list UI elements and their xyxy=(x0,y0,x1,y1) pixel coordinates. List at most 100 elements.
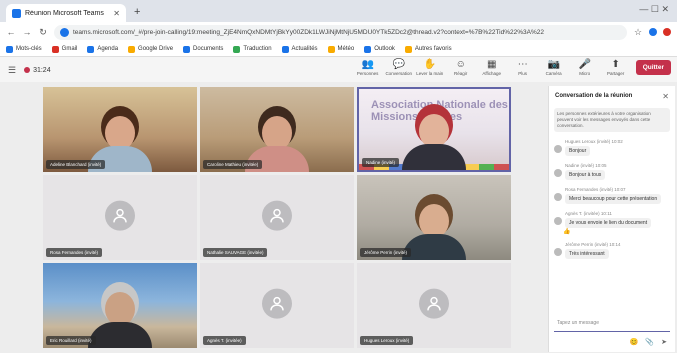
reaction-like-icon[interactable]: 👍 xyxy=(563,228,675,235)
message-meta: Agnès T. (invitée) 10:11 xyxy=(565,211,612,216)
bookmark-item[interactable]: Agenda xyxy=(87,45,119,53)
chat-title: Conversation de la réunion xyxy=(555,93,633,99)
url-field[interactable]: teams.microsoft.com/_#/pre-join-calling/… xyxy=(54,24,627,40)
participant-tile[interactable]: Rosa Fernandes (invité) xyxy=(43,175,197,260)
site-info-icon[interactable] xyxy=(60,27,69,37)
video-grid: Adeline Blanchard (invité) Caroline Mathi… xyxy=(43,87,511,348)
participant-tile[interactable]: Caroline Mathieu (invitée) xyxy=(200,87,354,172)
bookmark-item[interactable]: Outlook xyxy=(364,45,395,53)
bookmark-item[interactable]: Autres favoris xyxy=(404,45,452,53)
participant-tile[interactable]: Jérôme Perrin (invité) xyxy=(357,175,511,260)
avatar xyxy=(554,217,562,225)
meeting-stage: Adeline Blanchard (invité) Caroline Mathi… xyxy=(0,82,677,353)
avatar xyxy=(554,248,562,256)
chat-message: Rosa Fernandes (invité) 10:07 Merci beauc… xyxy=(554,187,670,204)
avatar xyxy=(554,145,562,153)
timer-text: 31:24 xyxy=(33,66,51,74)
address-bar-row: ← → ↻ teams.microsoft.com/_#/pre-join-ca… xyxy=(0,22,677,42)
forward-button[interactable]: → xyxy=(22,27,32,37)
back-button[interactable]: ← xyxy=(6,27,16,37)
bookmark-favicon-icon xyxy=(281,45,289,53)
bookmark-item[interactable]: Documents xyxy=(183,45,224,53)
bookmark-favicon-icon xyxy=(87,45,95,53)
participant-tile[interactable]: Nathalie SAUVAGE (invitée) xyxy=(200,175,354,260)
toolbar-button[interactable]: 📷 Caméra xyxy=(543,59,565,76)
reload-button[interactable]: ↻ xyxy=(38,27,48,38)
bookmark-item[interactable]: Traduction xyxy=(233,45,272,53)
participant-name: Caroline Mathieu (invitée) xyxy=(203,160,263,169)
toolbar-icon: ☺ xyxy=(455,59,466,70)
meeting-header: ☰ 31:24 👥 Personnes 💬 Conversation ✋ Lever la… xyxy=(0,57,677,84)
bookmark-item[interactable]: Google Drive xyxy=(128,45,173,53)
chat-compose-input[interactable]: Tapez un message xyxy=(554,315,670,332)
toolbar-label: Conversation xyxy=(385,71,412,76)
participant-name: Nadine (invité) xyxy=(362,158,400,167)
compose-tool-icon[interactable]: ➤ xyxy=(661,338,667,346)
participant-tile[interactable]: Agnès T. (invitée) xyxy=(200,263,354,348)
chat-header: Conversation de la réunion ✕ xyxy=(549,86,675,106)
tab-close-icon[interactable]: ✕ xyxy=(113,9,120,18)
toolbar-button[interactable]: ✋ Lever la main xyxy=(416,59,443,76)
toolbar-button[interactable]: 👥 Personnes xyxy=(357,59,379,76)
toolbar-button[interactable]: ▦ Affichage xyxy=(481,59,503,76)
avatar xyxy=(554,193,562,201)
message-content: Agnès T. (invitée) 10:11 Je vous envoie l… xyxy=(565,211,670,228)
bookmark-favicon-icon xyxy=(183,45,191,53)
toolbar-button[interactable]: 🎤 Micro xyxy=(574,59,596,76)
toolbar-label: Micro xyxy=(579,71,591,76)
message-bubble: Merci beaucoup pour cette présentation xyxy=(565,194,662,204)
bookmark-favicon-icon xyxy=(327,45,335,53)
compose-tool-icon[interactable]: 📎 xyxy=(645,338,654,346)
meeting-toolbar: 👥 Personnes 💬 Conversation ✋ Lever la main ☺ Ré… xyxy=(357,59,671,76)
participant-video xyxy=(402,204,466,260)
toolbar-icon: ⬆ xyxy=(611,59,620,70)
toolbar-icon: 🎤 xyxy=(578,59,591,70)
participant-name: Jérôme Perrin (invité) xyxy=(360,248,412,257)
participant-video xyxy=(88,292,152,348)
bookmark-label: Documents xyxy=(193,46,224,52)
message-bubble: Je vous envoie le lien du document xyxy=(565,218,652,228)
participant-tile[interactable]: Hugues Leroux (invité) xyxy=(357,263,511,348)
bookmark-item[interactable]: Gmail xyxy=(51,45,77,53)
tab-title: Réunion Microsoft Teams xyxy=(25,9,104,17)
default-avatar-icon xyxy=(419,288,449,319)
bookmark-item[interactable]: Mots-clés xyxy=(6,45,42,53)
profile-avatar[interactable] xyxy=(663,28,671,36)
browser-window: Réunion Microsoft Teams ✕ + — ☐ ✕ ← → ↻ … xyxy=(0,0,677,353)
bookmark-item[interactable]: Météo xyxy=(327,45,354,53)
bookmark-label: Mots-clés xyxy=(16,46,42,52)
message-meta: Hugues Leroux (invité) 10:02 xyxy=(565,139,623,144)
participant-head xyxy=(105,116,135,150)
close-icon[interactable]: ✕ xyxy=(662,92,669,101)
active-tab[interactable]: Réunion Microsoft Teams ✕ xyxy=(6,4,126,22)
toolbar-button[interactable]: 💬 Conversation xyxy=(385,59,412,76)
participant-body xyxy=(402,234,466,260)
participant-tile[interactable]: Association Nationale des Missions Local… xyxy=(357,87,511,172)
bookmark-label: Agenda xyxy=(97,46,119,52)
participant-tile[interactable]: Adeline Blanchard (invité) xyxy=(43,87,197,172)
toolbar-button[interactable]: ⬆ Partager xyxy=(605,59,627,76)
bookmark-favicon-icon xyxy=(128,45,136,53)
toolbar-icon: ▦ xyxy=(486,59,497,70)
message-meta: Rosa Fernandes (invité) 10:07 xyxy=(565,187,626,192)
message-content: Hugues Leroux (invité) 10:02 Bonjour xyxy=(565,139,670,156)
window-controls[interactable]: — ☐ ✕ xyxy=(639,4,669,15)
toolbar-label: Personnes xyxy=(356,71,379,76)
participant-name: Adeline Blanchard (invité) xyxy=(46,160,106,169)
participant-name: Eric Rouillard (invité) xyxy=(46,336,96,345)
bookmark-item[interactable]: Actualités xyxy=(281,45,318,53)
compose-tool-icon[interactable]: 😊 xyxy=(630,338,639,346)
bookmark-star-icon[interactable]: ☆ xyxy=(633,27,643,38)
leave-button[interactable]: Quitter xyxy=(635,60,671,75)
app-menu-icon[interactable]: ☰ xyxy=(8,65,16,76)
participant-head xyxy=(262,116,292,150)
extension-icon[interactable] xyxy=(649,28,657,36)
new-tab-button[interactable]: + xyxy=(134,6,140,18)
participant-tile[interactable]: Eric Rouillard (invité) xyxy=(43,263,197,348)
toolbar-button[interactable]: ⋯ Plus xyxy=(512,59,534,76)
avatar xyxy=(554,169,562,177)
message-content: Rosa Fernandes (invité) 10:07 Merci beauc… xyxy=(565,187,670,204)
message-content: Nadine (invité) 10:05 Bonjour à tous xyxy=(565,163,670,180)
toolbar-button[interactable]: ☺ Réagir xyxy=(450,59,472,76)
bookmark-favicon-icon xyxy=(404,45,412,53)
